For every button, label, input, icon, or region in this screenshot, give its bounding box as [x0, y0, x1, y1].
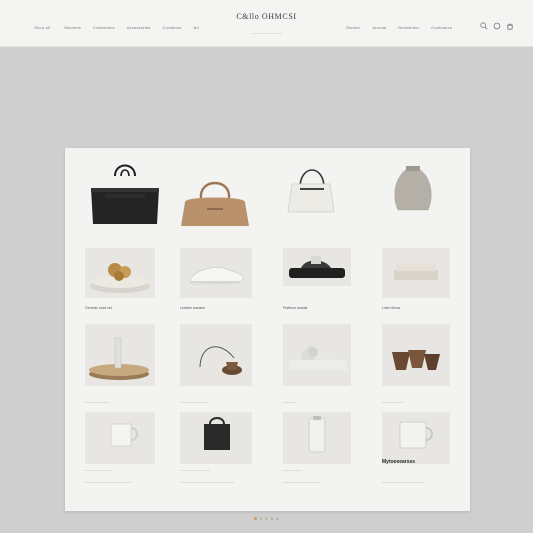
product-image-jar[interactable]	[283, 412, 351, 464]
active-page-dot-icon	[253, 517, 257, 521]
bowl-set-image	[90, 263, 150, 293]
nav-link-newsletter[interactable]: Newsletter	[398, 25, 419, 30]
pagination[interactable]: 1 2 3 4	[0, 516, 533, 521]
wooden-cups-image	[392, 350, 440, 370]
product-image-cup[interactable]	[382, 412, 450, 464]
product-card[interactable]	[75, 158, 165, 230]
product-card[interactable]	[175, 158, 255, 230]
nav-link-collections[interactable]: Collections	[93, 25, 115, 30]
black-basket-image	[204, 417, 230, 450]
lamp-image	[194, 346, 242, 378]
brand-logo[interactable]: C&llo OHMCSI	[0, 12, 533, 21]
search-icon[interactable]	[480, 22, 488, 30]
white-mug-image	[110, 423, 138, 447]
sandal-image	[289, 256, 345, 278]
nav-link-curations[interactable]: Curations	[163, 25, 182, 30]
nav-right: Stories Journal Newsletter Customize	[346, 25, 464, 30]
product-image-dishes[interactable]	[283, 324, 351, 386]
nav-link-shop-all[interactable]: Shop all	[34, 25, 50, 30]
product-card[interactable]	[270, 158, 360, 230]
nav-link-stories[interactable]: Stories	[346, 25, 360, 30]
pager-text[interactable]: 1 2 3 4	[260, 516, 279, 521]
woven-basket-bag-image	[394, 166, 432, 211]
caption-line	[382, 402, 404, 403]
linen-throw-image	[394, 264, 438, 280]
tan-satchel-bag-image	[181, 181, 249, 226]
caption-sandal[interactable]: Platform sandal	[283, 306, 307, 310]
account-icon[interactable]	[493, 22, 501, 30]
caption-line	[180, 470, 210, 471]
product-image-ceramic-bowl[interactable]	[85, 248, 155, 298]
caption-line	[283, 470, 301, 471]
product-image-lamp[interactable]	[180, 324, 252, 386]
brand-underline	[252, 33, 282, 34]
product-image-sneaker[interactable]	[180, 248, 252, 298]
grey-cup-image	[399, 421, 433, 449]
caption-featured[interactable]: Mytoeeearsss	[382, 459, 415, 465]
product-image-linen[interactable]	[382, 248, 450, 298]
bag-icon[interactable]	[506, 22, 514, 30]
dishes-image	[289, 344, 347, 370]
product-grid-panel: Ceramic bowl set Leather sneaker Platfor…	[65, 148, 470, 511]
nav-link-art[interactable]: Art	[193, 25, 199, 30]
caption-line	[382, 482, 424, 483]
caption-line	[180, 402, 208, 403]
nav-link-accessories[interactable]: Accessories	[127, 25, 151, 30]
nav-left: Shop all Womens Collections Accessories …	[34, 25, 211, 30]
product-image-basket[interactable]	[180, 412, 252, 464]
tray-vase-image	[89, 337, 149, 380]
product-image-tray[interactable]	[85, 324, 155, 386]
caption-line	[85, 402, 109, 403]
caption-line	[180, 482, 234, 483]
header-icons	[480, 22, 519, 30]
caption-line	[85, 482, 131, 483]
glass-jar-image	[308, 416, 326, 453]
caption-sneaker[interactable]: Leather sneaker	[180, 306, 205, 310]
caption-line	[283, 402, 297, 403]
nav-link-customize[interactable]: Customize	[431, 25, 452, 30]
nav-link-journal[interactable]: Journal	[372, 25, 387, 30]
product-image-mug[interactable]	[85, 412, 155, 464]
caption-line	[283, 482, 321, 483]
sneaker-image	[189, 266, 244, 285]
caption-linen[interactable]: Linen throw	[382, 306, 400, 310]
product-image-sandal[interactable]	[283, 248, 351, 286]
product-card[interactable]	[370, 158, 460, 230]
caption-bowl[interactable]: Ceramic bowl set	[85, 306, 112, 310]
product-image-cups[interactable]	[382, 324, 450, 386]
black-tote-bag-image	[91, 164, 159, 224]
caption-line	[85, 470, 113, 471]
white-handbag-image	[287, 169, 335, 213]
nav-link-womens[interactable]: Womens	[64, 25, 81, 30]
top-header: C&llo OHMCSI Shop all Womens Collections…	[0, 0, 533, 47]
